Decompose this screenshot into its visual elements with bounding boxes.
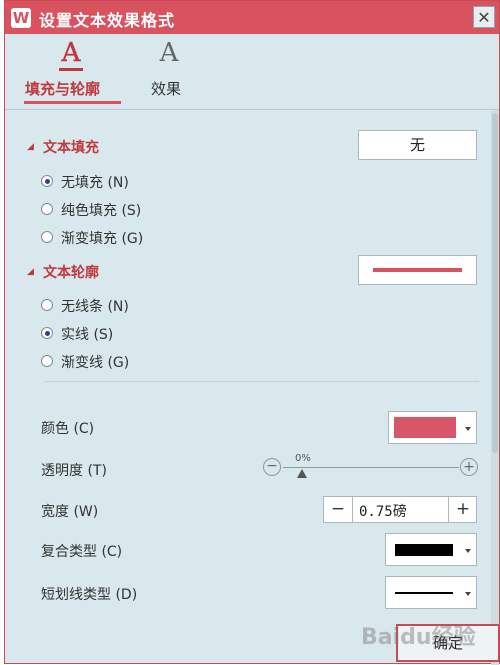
radio-solid-line[interactable]: 实线 (S) [41, 324, 241, 344]
dash-line-preview [395, 592, 453, 594]
dash-type-label: 短划线类型 (D) [41, 587, 138, 603]
radio-button[interactable] [41, 175, 53, 187]
width-decrease-button[interactable]: − [324, 497, 353, 522]
tab-fill-outline-label: 填充与轮廓 [25, 80, 101, 98]
tab-fill-outline[interactable]: A 填充与轮廓 [25, 38, 121, 100]
collapse-triangle-icon[interactable]: ◢ [27, 142, 34, 152]
radio-no-fill[interactable]: 无填充 (N) [41, 172, 241, 192]
watermark: Baidu经验 [361, 625, 476, 650]
radio-solid-fill[interactable]: 纯色填充 (S) [41, 200, 241, 220]
color-swatch [394, 417, 456, 438]
slider-value: 0% [295, 453, 311, 464]
color-label: 颜色 (C) [41, 421, 95, 437]
radio-button[interactable] [41, 299, 53, 311]
collapse-triangle-icon[interactable]: ◢ [27, 267, 34, 277]
slider-thumb[interactable] [297, 469, 307, 478]
radio-gradient-line[interactable]: 渐变线 (G) [41, 352, 241, 372]
compound-type-dropdown[interactable] [385, 533, 477, 566]
format-text-effects-dialog: W 设置文本效果格式 ✕ A 填充与轮廓 A 效果 ◢ 文本填充 无 无填充 (… [4, 0, 500, 665]
radio-label: 纯色填充 (S) [61, 203, 142, 219]
width-spinner[interactable]: − 0.75磅 + [323, 496, 477, 523]
section-divider [45, 381, 479, 382]
increase-icon[interactable]: + [460, 458, 478, 476]
radio-no-line[interactable]: 无线条 (N) [41, 296, 241, 316]
radio-label: 渐变线 (G) [61, 355, 130, 371]
width-input[interactable]: 0.75磅 [359, 501, 407, 521]
color-picker[interactable] [388, 411, 477, 444]
wps-logo-icon: W [11, 8, 31, 28]
radio-label: 实线 (S) [61, 327, 114, 343]
close-button[interactable]: ✕ [473, 6, 495, 28]
radio-button[interactable] [41, 355, 53, 367]
width-increase-button[interactable]: + [448, 497, 477, 522]
tab-bar: A 填充与轮廓 A 效果 [5, 34, 499, 110]
compound-line-preview [395, 544, 453, 556]
text-effect-a-icon: A [159, 38, 179, 68]
radio-button[interactable] [41, 327, 53, 339]
scrollbar-thumb[interactable] [492, 113, 498, 453]
dialog-title: 设置文本效果格式 [39, 11, 176, 30]
transparency-slider[interactable]: − 0% + [263, 453, 479, 483]
radio-button[interactable] [41, 231, 53, 243]
title-bar: W 设置文本效果格式 ✕ [5, 1, 499, 34]
tab-effects[interactable]: A 效果 [145, 38, 193, 100]
transparency-label: 透明度 (T) [41, 463, 107, 479]
text-fill-header[interactable]: 文本填充 [43, 137, 99, 157]
tab-effects-label: 效果 [151, 80, 182, 98]
text-outline-a-icon: A [51, 38, 91, 71]
compound-type-label: 复合类型 (C) [41, 544, 123, 560]
radio-label: 无线条 (N) [61, 299, 129, 315]
chevron-down-icon [465, 427, 471, 431]
chevron-down-icon [465, 549, 471, 553]
text-outline-header[interactable]: 文本轮廓 [43, 262, 99, 282]
radio-label: 渐变填充 (G) [61, 231, 144, 247]
text-fill-dropdown[interactable]: 无 [358, 130, 477, 160]
dash-type-dropdown[interactable] [385, 576, 477, 609]
radio-label: 无填充 (N) [61, 175, 129, 191]
chevron-down-icon [465, 592, 471, 596]
active-tab-indicator [24, 101, 121, 104]
text-outline-dropdown[interactable] [358, 255, 477, 285]
width-label: 宽度 (W) [41, 504, 99, 520]
radio-button[interactable] [41, 203, 53, 215]
radio-gradient-fill[interactable]: 渐变填充 (G) [41, 228, 241, 248]
slider-track[interactable] [283, 467, 459, 468]
outline-color-swatch [373, 268, 462, 272]
decrease-icon[interactable]: − [263, 458, 281, 476]
